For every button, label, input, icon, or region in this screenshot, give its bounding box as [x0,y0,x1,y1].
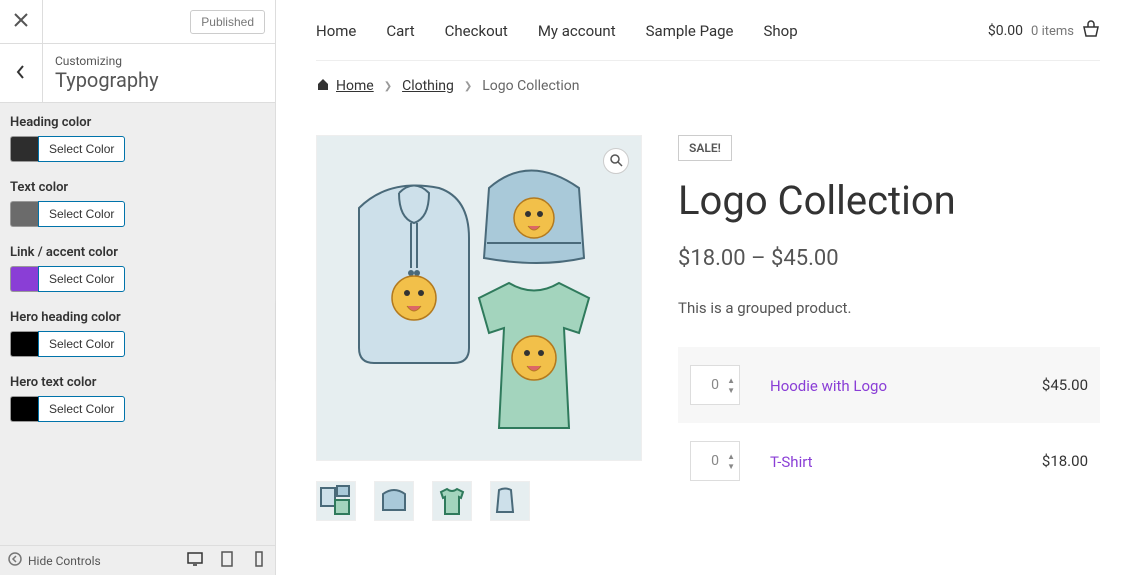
quantity-stepper[interactable]: 0 ▲▼ [690,441,740,481]
grouped-product-link[interactable]: T-Shirt [770,453,813,471]
breadcrumb-home[interactable]: Home [316,77,374,95]
quantity-stepper[interactable]: 0 ▲▼ [690,365,740,405]
grouped-product-price: $18.00 [986,423,1100,499]
cart-item-count: 0 items [1031,24,1074,39]
close-icon [14,12,28,31]
customizer-footer: Hide Controls [0,545,275,575]
grouped-row: 0 ▲▼ T-Shirt $18.00 [678,423,1100,499]
control-label: Link / accent color [10,245,265,260]
tablet-icon[interactable] [219,551,235,571]
customizer-header: Published [0,0,275,44]
main-nav: Home Cart Checkout My account Sample Pag… [316,0,1100,60]
accent-color-control: Link / accent color Select Color [10,245,265,292]
preview-pane: Home Cart Checkout My account Sample Pag… [276,0,1140,575]
color-swatch[interactable] [10,136,38,162]
zoom-button[interactable] [603,148,629,174]
select-color-button[interactable]: Select Color [38,266,125,292]
product-info: SALE! Logo Collection $18.00 – $45.00 Th… [678,135,1100,521]
select-color-button[interactable]: Select Color [38,396,125,422]
basket-icon [1082,20,1100,42]
customizing-label: Customizing [55,54,159,68]
hide-controls-label: Hide Controls [28,554,101,568]
thumbnail[interactable] [374,481,414,521]
controls-area: Heading color Select Color Text color Se… [0,103,275,545]
control-label: Heading color [10,115,265,130]
breadcrumb-current: Logo Collection [482,78,579,94]
device-preview-icons [187,551,267,571]
nav-home[interactable]: Home [316,22,356,40]
product-thumbnails [316,481,642,521]
back-button[interactable] [0,44,43,102]
heading-color-control: Heading color Select Color [10,115,265,162]
price-range: $18.00 – $45.00 [678,246,1100,271]
stepper-arrows-icon: ▲▼ [727,452,735,471]
grouped-product-link[interactable]: Hoodie with Logo [770,377,887,395]
published-button[interactable]: Published [190,10,265,34]
color-swatch[interactable] [10,201,38,227]
section-title-bar: Customizing Typography [0,44,275,103]
color-swatch[interactable] [10,266,38,292]
quantity-value: 0 [711,377,719,393]
control-label: Text color [10,180,265,195]
product-gallery [316,135,642,521]
nav-shop[interactable]: Shop [764,22,798,40]
control-label: Hero text color [10,375,265,390]
text-color-control: Text color Select Color [10,180,265,227]
grouped-product-price: $45.00 [986,347,1100,423]
nav-sample-page[interactable]: Sample Page [646,22,734,40]
magnifier-icon [609,152,623,171]
publish-status-wrap: Published [43,0,275,43]
cart-summary[interactable]: $0.00 0 items [988,20,1100,42]
control-label: Hero heading color [10,310,265,325]
select-color-button[interactable]: Select Color [38,331,125,357]
thumbnail[interactable] [432,481,472,521]
breadcrumb: Home ❯ Clothing ❯ Logo Collection [316,77,1100,95]
chevron-right-icon: ❯ [384,81,392,92]
hide-controls-button[interactable]: Hide Controls [8,552,101,569]
color-swatch[interactable] [10,331,38,357]
chevron-left-icon [16,64,26,83]
select-color-button[interactable]: Select Color [38,136,125,162]
sale-badge: SALE! [678,135,732,161]
grouped-products-table: 0 ▲▼ Hoodie with Logo $45.00 0 ▲▼ T-Sh [678,347,1100,499]
section-title: Customizing Typography [43,44,171,102]
select-color-button[interactable]: Select Color [38,201,125,227]
desktop-icon[interactable] [187,551,203,571]
collapse-icon [8,552,22,569]
product-main-image[interactable] [316,135,642,461]
nav-cart[interactable]: Cart [386,22,414,40]
product-description: This is a grouped product. [678,299,1100,317]
nav-divider [316,60,1100,61]
quantity-value: 0 [711,453,719,469]
nav-links: Home Cart Checkout My account Sample Pag… [316,22,798,40]
home-icon [316,77,330,95]
breadcrumb-clothing[interactable]: Clothing [402,78,454,94]
close-customizer-button[interactable] [0,0,43,43]
chevron-right-icon: ❯ [464,81,472,92]
customizer-panel: Published Customizing Typography Heading… [0,0,276,575]
product-illustration [329,148,629,448]
thumbnail[interactable] [490,481,530,521]
color-swatch[interactable] [10,396,38,422]
mobile-icon[interactable] [251,551,267,571]
product-layout: SALE! Logo Collection $18.00 – $45.00 Th… [316,135,1100,521]
nav-checkout[interactable]: Checkout [445,22,508,40]
section-name: Typography [55,68,159,92]
grouped-row: 0 ▲▼ Hoodie with Logo $45.00 [678,347,1100,423]
hero-heading-color-control: Hero heading color Select Color [10,310,265,357]
stepper-arrows-icon: ▲▼ [727,376,735,395]
thumbnail[interactable] [316,481,356,521]
product-title: Logo Collection [678,177,1100,224]
hero-text-color-control: Hero text color Select Color [10,375,265,422]
cart-amount: $0.00 [988,23,1023,39]
nav-my-account[interactable]: My account [538,22,616,40]
